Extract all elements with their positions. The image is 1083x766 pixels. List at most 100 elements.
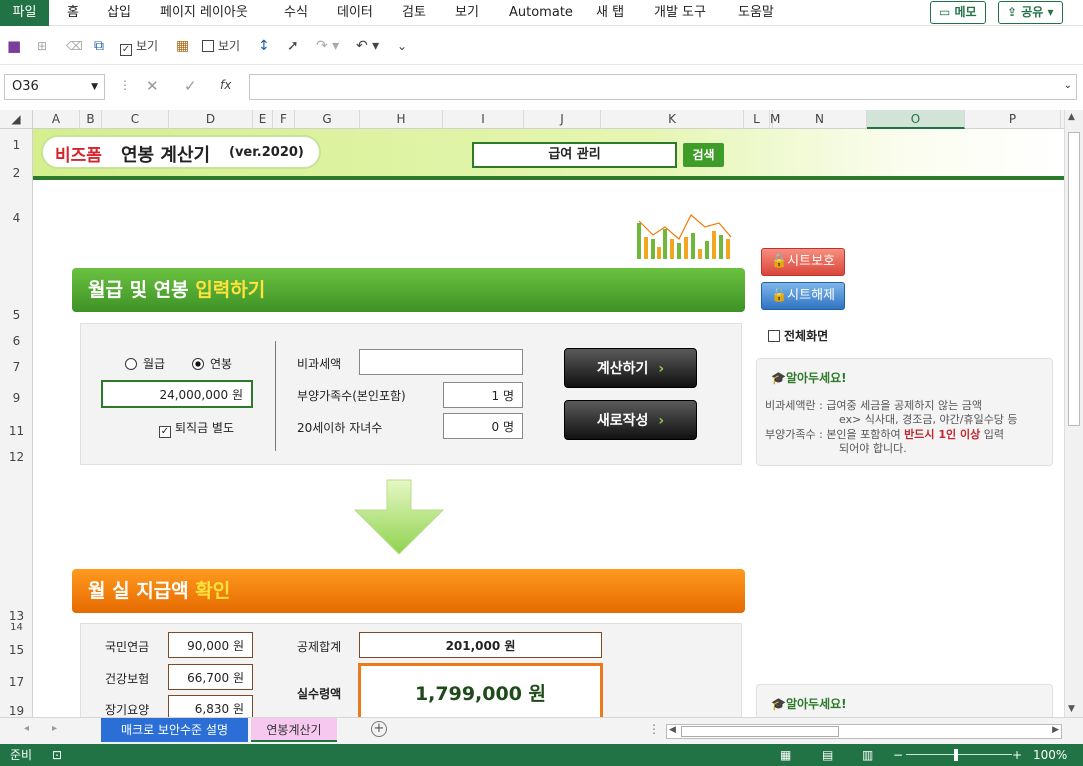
calculate-button[interactable]: 계산하기 › bbox=[564, 348, 697, 388]
tab-page-layout[interactable]: 페이지 레이아웃 bbox=[160, 0, 248, 26]
vertical-scrollbar[interactable]: ▲ ▼ bbox=[1064, 110, 1083, 717]
col-header[interactable]: J bbox=[524, 110, 601, 129]
fit-icon[interactable]: ⧉ bbox=[94, 36, 104, 56]
col-header[interactable]: N bbox=[773, 110, 867, 129]
tab-review[interactable]: 검토 bbox=[402, 0, 426, 26]
row-header[interactable]: 4 bbox=[0, 211, 33, 225]
enter-icon[interactable]: ✓ bbox=[184, 77, 197, 95]
radio-monthly[interactable]: 월급 bbox=[125, 355, 165, 372]
row-header[interactable]: 6 bbox=[0, 334, 33, 348]
select-all-corner[interactable]: ◢ bbox=[0, 110, 33, 129]
care-value: 6,830 원 bbox=[168, 695, 253, 717]
radio-annual[interactable]: 연봉 bbox=[192, 355, 232, 372]
formula-input[interactable]: ⌄ bbox=[249, 74, 1077, 100]
scroll-right-icon[interactable]: ▶ bbox=[1052, 725, 1059, 735]
col-header[interactable]: B bbox=[80, 110, 102, 129]
share-button[interactable]: ⇪ 공유 ▾ bbox=[998, 1, 1063, 24]
nontax-input[interactable] bbox=[359, 349, 523, 375]
row-header[interactable]: 15 bbox=[0, 643, 33, 657]
view-checkbox-2[interactable]: 보기 bbox=[202, 36, 240, 56]
row-header[interactable]: 1 bbox=[0, 138, 33, 152]
tab-view[interactable]: 보기 bbox=[455, 0, 479, 26]
row-header[interactable]: 7 bbox=[0, 360, 33, 374]
row-header[interactable]: 19 bbox=[0, 704, 33, 718]
children-input[interactable]: 0 명 bbox=[443, 413, 523, 439]
sheet-tab-macro[interactable]: 매크로 보안수준 설명 bbox=[101, 718, 248, 742]
zoom-in-icon[interactable]: + bbox=[1012, 744, 1022, 766]
customize-qat-icon[interactable]: ⌄ bbox=[397, 36, 407, 56]
clear-format-icon[interactable]: ⌫ bbox=[66, 36, 83, 56]
col-header[interactable]: F bbox=[273, 110, 295, 129]
page-break-icon[interactable]: ▥ bbox=[862, 744, 873, 766]
scroll-thumb[interactable] bbox=[1068, 132, 1080, 426]
select-pointer-icon[interactable]: ➚ bbox=[287, 36, 299, 56]
tab-automate[interactable]: Automate bbox=[509, 0, 573, 26]
new-entry-button[interactable]: 새로작성 › bbox=[564, 400, 697, 440]
col-header[interactable]: A bbox=[33, 110, 80, 129]
tab-insert[interactable]: 삽입 bbox=[107, 0, 131, 26]
cancel-icon[interactable]: ✕ bbox=[146, 77, 159, 95]
tab-new[interactable]: 새 탭 bbox=[596, 0, 624, 26]
sheet-tab-calculator[interactable]: 연봉계산기 bbox=[251, 718, 337, 742]
severance-checkbox[interactable]: ✓ 퇴직금 별도 bbox=[159, 419, 234, 438]
protect-sheet-button[interactable]: 🔒시트보호 bbox=[761, 248, 845, 276]
row-header[interactable]: 13 bbox=[0, 609, 33, 623]
fullscreen-checkbox[interactable]: 전체화면 bbox=[768, 327, 828, 344]
col-header[interactable]: D bbox=[169, 110, 253, 129]
scroll-up-icon[interactable]: ▲ bbox=[1068, 112, 1075, 122]
col-header[interactable]: G bbox=[295, 110, 360, 129]
tab-data[interactable]: 데이터 bbox=[337, 0, 373, 26]
tab-help[interactable]: 도움말 bbox=[738, 0, 774, 26]
col-header[interactable]: E bbox=[253, 110, 273, 129]
table-icon[interactable]: ▦ bbox=[176, 36, 189, 56]
view-checkbox-1[interactable]: ✓ 보기 bbox=[120, 36, 158, 56]
tab-developer[interactable]: 개발 도구 bbox=[654, 0, 706, 26]
tab-home[interactable]: 홈 bbox=[67, 0, 79, 26]
col-header[interactable]: C bbox=[102, 110, 169, 129]
row-header[interactable]: 2 bbox=[0, 166, 33, 180]
search-button[interactable]: 검색 bbox=[683, 143, 724, 167]
col-header[interactable]: I bbox=[443, 110, 524, 129]
save-icon[interactable]: ■ bbox=[7, 36, 21, 56]
page-layout-icon[interactable]: ▤ bbox=[822, 744, 833, 766]
row-header[interactable]: 14 bbox=[0, 622, 33, 633]
accessibility-icon[interactable]: ⊡ bbox=[52, 744, 62, 766]
row-header[interactable]: 12 bbox=[0, 450, 33, 464]
worksheet[interactable]: 비즈폼 연봉 계산기 (ver.2020) 급여 관리 검색 월급 및 연봉 입… bbox=[33, 129, 1064, 717]
number-format-icon[interactable]: ⊞ bbox=[37, 36, 47, 56]
tab-file[interactable]: 파일 bbox=[0, 0, 49, 26]
zoom-slider[interactable] bbox=[906, 754, 1012, 755]
scroll-thumb[interactable] bbox=[681, 726, 839, 737]
redo-icon[interactable]: ↷ ▾ bbox=[316, 36, 339, 56]
horizontal-scrollbar[interactable]: ◀ ▶ bbox=[666, 724, 1062, 739]
name-box-value: O36 bbox=[12, 79, 39, 94]
col-header[interactable]: P bbox=[965, 110, 1061, 129]
tab-formulas[interactable]: 수식 bbox=[284, 0, 308, 26]
next-sheet-icon[interactable]: ▸ bbox=[52, 723, 57, 734]
search-field[interactable]: 급여 관리 bbox=[472, 142, 677, 168]
col-header[interactable]: H bbox=[360, 110, 443, 129]
scroll-left-icon[interactable]: ◀ bbox=[669, 725, 676, 735]
unprotect-sheet-button[interactable]: 🔓시트해제 bbox=[761, 282, 845, 310]
name-box[interactable]: O36 ▼ bbox=[4, 74, 105, 100]
row-header[interactable]: 5 bbox=[0, 308, 33, 322]
row-header[interactable]: 17 bbox=[0, 675, 33, 689]
zoom-level[interactable]: 100% bbox=[1033, 744, 1067, 766]
row-header[interactable]: 9 bbox=[0, 391, 33, 405]
undo-icon[interactable]: ↶ ▾ bbox=[356, 36, 379, 56]
prev-sheet-icon[interactable]: ◂ bbox=[24, 723, 29, 734]
scroll-down-icon[interactable]: ▼ bbox=[1068, 704, 1075, 714]
col-header-selected[interactable]: O bbox=[867, 110, 965, 129]
col-header[interactable]: K bbox=[601, 110, 744, 129]
zoom-out-icon[interactable]: − bbox=[893, 744, 903, 766]
memo-button[interactable]: ▭ 메모 bbox=[930, 1, 986, 24]
row-height-icon[interactable]: ↕ bbox=[258, 36, 270, 56]
normal-view-icon[interactable]: ▦ bbox=[780, 744, 791, 766]
add-sheet-icon[interactable]: + bbox=[371, 721, 387, 737]
dependents-input[interactable]: 1 명 bbox=[443, 382, 523, 408]
amount-input[interactable]: 24,000,000 원 bbox=[101, 380, 253, 408]
row-header[interactable]: 11 bbox=[0, 424, 33, 438]
insert-function-icon[interactable]: fx bbox=[220, 78, 231, 92]
zoom-slider-thumb[interactable] bbox=[954, 749, 958, 761]
col-header[interactable]: L bbox=[744, 110, 770, 129]
